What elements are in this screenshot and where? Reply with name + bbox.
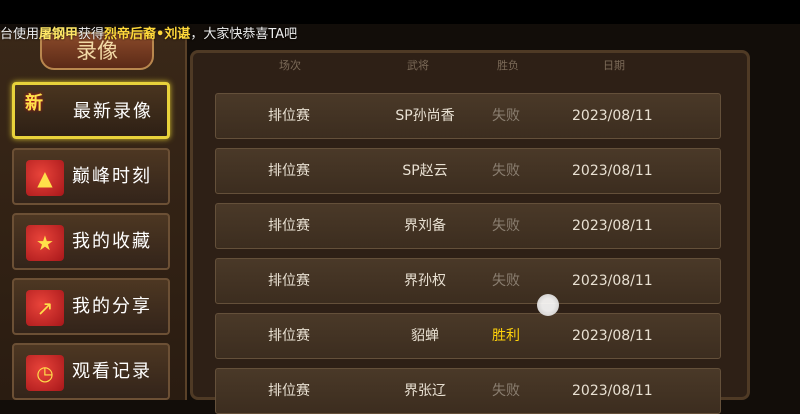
cell-mode: 排位赛 (268, 383, 310, 399)
nav-label: 我的分享 (72, 296, 152, 317)
replay-list-panel: 场次 武将 胜负 日期 排位赛 SP孙尚香 失败 2023/08/11 排位赛 … (190, 50, 750, 414)
cell-date: 2023/08/11 (572, 273, 653, 289)
cell-date: 2023/08/11 (572, 218, 653, 234)
cell-mode: 排位赛 (268, 218, 310, 234)
new-ribbon-icon: 新 (25, 93, 43, 114)
nav-watch-history[interactable]: ◷ 观看记录 (12, 343, 170, 400)
nav-latest-replays[interactable]: 新 最新录像 (12, 82, 170, 139)
cell-result: 失败 (492, 163, 520, 179)
nav-my-shares[interactable]: ↗ 我的分享 (12, 278, 170, 335)
header-date: 日期 (603, 59, 625, 72)
header-mode: 场次 (279, 59, 301, 72)
cell-mode: 排位赛 (268, 328, 310, 344)
nav-label: 观看记录 (72, 361, 152, 382)
cell-general: 界孙权 (404, 273, 446, 289)
cell-general: 界刘备 (404, 218, 446, 234)
table-row[interactable]: 排位赛 SP赵云 失败 2023/08/11 (215, 148, 721, 194)
cell-general: 界张辽 (404, 383, 446, 399)
nav-my-favorites[interactable]: ★ 我的收藏 (12, 213, 170, 270)
ticker-item: 屠钢甲 (39, 27, 79, 42)
nav-label: 最新录像 (73, 101, 153, 122)
nav-label: 巅峰时刻 (72, 166, 152, 187)
table-row[interactable]: 排位赛 界孙权 失败 2023/08/11 (215, 258, 721, 304)
cell-general: SP孙尚香 (395, 108, 455, 124)
cell-date: 2023/08/11 (572, 108, 653, 124)
ticker-reward: 烈帝后裔•刘谌 (104, 27, 191, 42)
ticker-mid: 获得 (78, 27, 105, 42)
cell-mode: 排位赛 (268, 163, 310, 179)
envelope-share-icon: ↗ (26, 290, 64, 326)
table-header: 场次 武将 胜负 日期 (213, 53, 733, 75)
status-bar (0, 0, 800, 24)
table-row[interactable]: 排位赛 貂蝉 胜利 2023/08/11 (215, 313, 721, 359)
table-row[interactable]: 排位赛 界张辽 失败 2023/08/11 (215, 368, 721, 414)
cell-result: 胜利 (492, 328, 520, 344)
table-row[interactable]: 排位赛 SP孙尚香 失败 2023/08/11 (215, 93, 721, 139)
cell-result: 失败 (492, 383, 520, 399)
header-result: 胜负 (497, 59, 519, 72)
cell-general: SP赵云 (402, 163, 448, 179)
cell-result: 失败 (492, 218, 520, 234)
ticker-prefix: 台使用 (0, 27, 40, 42)
cell-date: 2023/08/11 (572, 163, 653, 179)
cell-result: 失败 (492, 273, 520, 289)
cell-result: 失败 (492, 108, 520, 124)
ticker-suffix: ，大家快恭喜TA吧 (190, 27, 298, 42)
cell-general: 貂蝉 (411, 328, 439, 344)
nav-peak-moments[interactable]: ▲ 巅峰时刻 (12, 148, 170, 205)
cell-mode: 排位赛 (268, 108, 310, 124)
envelope-star-icon: ★ (26, 225, 64, 261)
table-row[interactable]: 排位赛 界刘备 失败 2023/08/11 (215, 203, 721, 249)
cell-mode: 排位赛 (268, 273, 310, 289)
envelope-arrow-icon: ▲ (26, 160, 64, 196)
touch-cursor (537, 294, 559, 316)
announcement-ticker: 台使用屠钢甲获得烈帝后裔•刘谌，大家快恭喜TA吧 (0, 25, 800, 45)
nav-label: 我的收藏 (72, 231, 152, 252)
header-general: 武将 (407, 59, 429, 72)
cell-date: 2023/08/11 (572, 383, 653, 399)
envelope-clock-icon: ◷ (26, 355, 64, 391)
cell-date: 2023/08/11 (572, 328, 653, 344)
